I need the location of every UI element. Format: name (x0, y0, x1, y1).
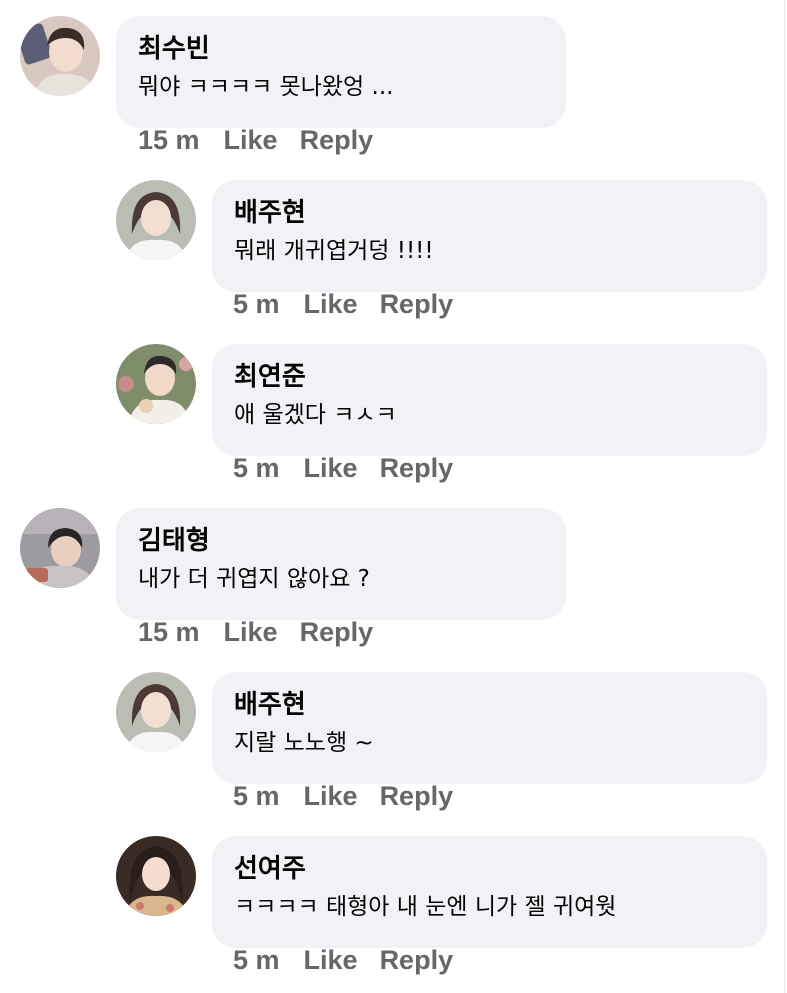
comment-timestamp[interactable]: 15 m (138, 125, 200, 156)
comment-bubble: 최수빈 뭐야 ㅋㅋㅋㅋ 못나왔엉 ... (116, 16, 566, 128)
comment-bubble: 배주현 뭐래 개귀엽거덩 !!!! (212, 180, 767, 292)
avatar-photo (116, 836, 196, 916)
comment-author[interactable]: 김태형 (138, 524, 544, 558)
avatar-photo (116, 344, 196, 424)
comment-author[interactable]: 배주현 (234, 688, 745, 722)
avatar-photo (20, 16, 100, 96)
avatar[interactable] (116, 672, 196, 752)
comment-timestamp[interactable]: 15 m (138, 617, 200, 648)
avatar[interactable] (116, 344, 196, 424)
comment-timestamp[interactable]: 5 m (233, 781, 280, 812)
right-edge-divider (784, 0, 785, 993)
comment-bubble: 배주현 지랄 노노행 ~ (212, 672, 767, 784)
reply-button[interactable]: Reply (380, 945, 454, 976)
avatar-photo (116, 672, 196, 752)
comment-bubble: 김태형 내가 더 귀엽지 않아요 ? (116, 508, 566, 620)
reply-button[interactable]: Reply (300, 617, 374, 648)
avatar[interactable] (116, 180, 196, 260)
comment-actions: 5 m Like Reply (233, 453, 475, 484)
comment-text: 뭐래 개귀엽거덩 !!!! (234, 238, 434, 264)
comment-timestamp[interactable]: 5 m (233, 453, 280, 484)
comment-text: 지랄 노노행 ~ (234, 730, 374, 756)
comment-author[interactable]: 배주현 (234, 196, 745, 230)
like-button[interactable]: Like (224, 617, 278, 648)
avatar-photo (20, 508, 100, 588)
like-button[interactable]: Like (304, 453, 358, 484)
like-button[interactable]: Like (304, 781, 358, 812)
like-button[interactable]: Like (304, 945, 358, 976)
avatar[interactable] (20, 16, 100, 96)
avatar[interactable] (20, 508, 100, 588)
comment-timestamp[interactable]: 5 m (233, 945, 280, 976)
comment-actions: 15 m Like Reply (138, 617, 395, 648)
comment-actions: 15 m Like Reply (138, 125, 395, 156)
comment-text: ㅋㅋㅋㅋ 태형아 내 눈엔 니가 젤 귀여웟 (234, 894, 617, 920)
reply-button[interactable]: Reply (380, 453, 454, 484)
comment-author[interactable]: 최수빈 (138, 32, 544, 66)
comment-author[interactable]: 선여주 (234, 852, 745, 886)
reply-button[interactable]: Reply (300, 125, 374, 156)
like-button[interactable]: Like (224, 125, 278, 156)
reply-button[interactable]: Reply (380, 289, 454, 320)
comment-text: 뭐야 ㅋㅋㅋㅋ 못나왔엉 ... (138, 74, 394, 100)
comment-timestamp[interactable]: 5 m (233, 289, 280, 320)
comment-actions: 5 m Like Reply (233, 945, 475, 976)
avatar-photo (116, 180, 196, 260)
comment-text: 애 울겠다 ㅋㅅㅋ (234, 402, 397, 428)
comment-author[interactable]: 최연준 (234, 360, 745, 394)
comment-actions: 5 m Like Reply (233, 289, 475, 320)
comment-bubble: 선여주 ㅋㅋㅋㅋ 태형아 내 눈엔 니가 젤 귀여웟 (212, 836, 767, 948)
reply-button[interactable]: Reply (380, 781, 454, 812)
like-button[interactable]: Like (304, 289, 358, 320)
comment-actions: 5 m Like Reply (233, 781, 475, 812)
comment-bubble: 최연준 애 울겠다 ㅋㅅㅋ (212, 344, 767, 456)
comment-text: 내가 더 귀엽지 않아요 ? (138, 566, 370, 592)
avatar[interactable] (116, 836, 196, 916)
